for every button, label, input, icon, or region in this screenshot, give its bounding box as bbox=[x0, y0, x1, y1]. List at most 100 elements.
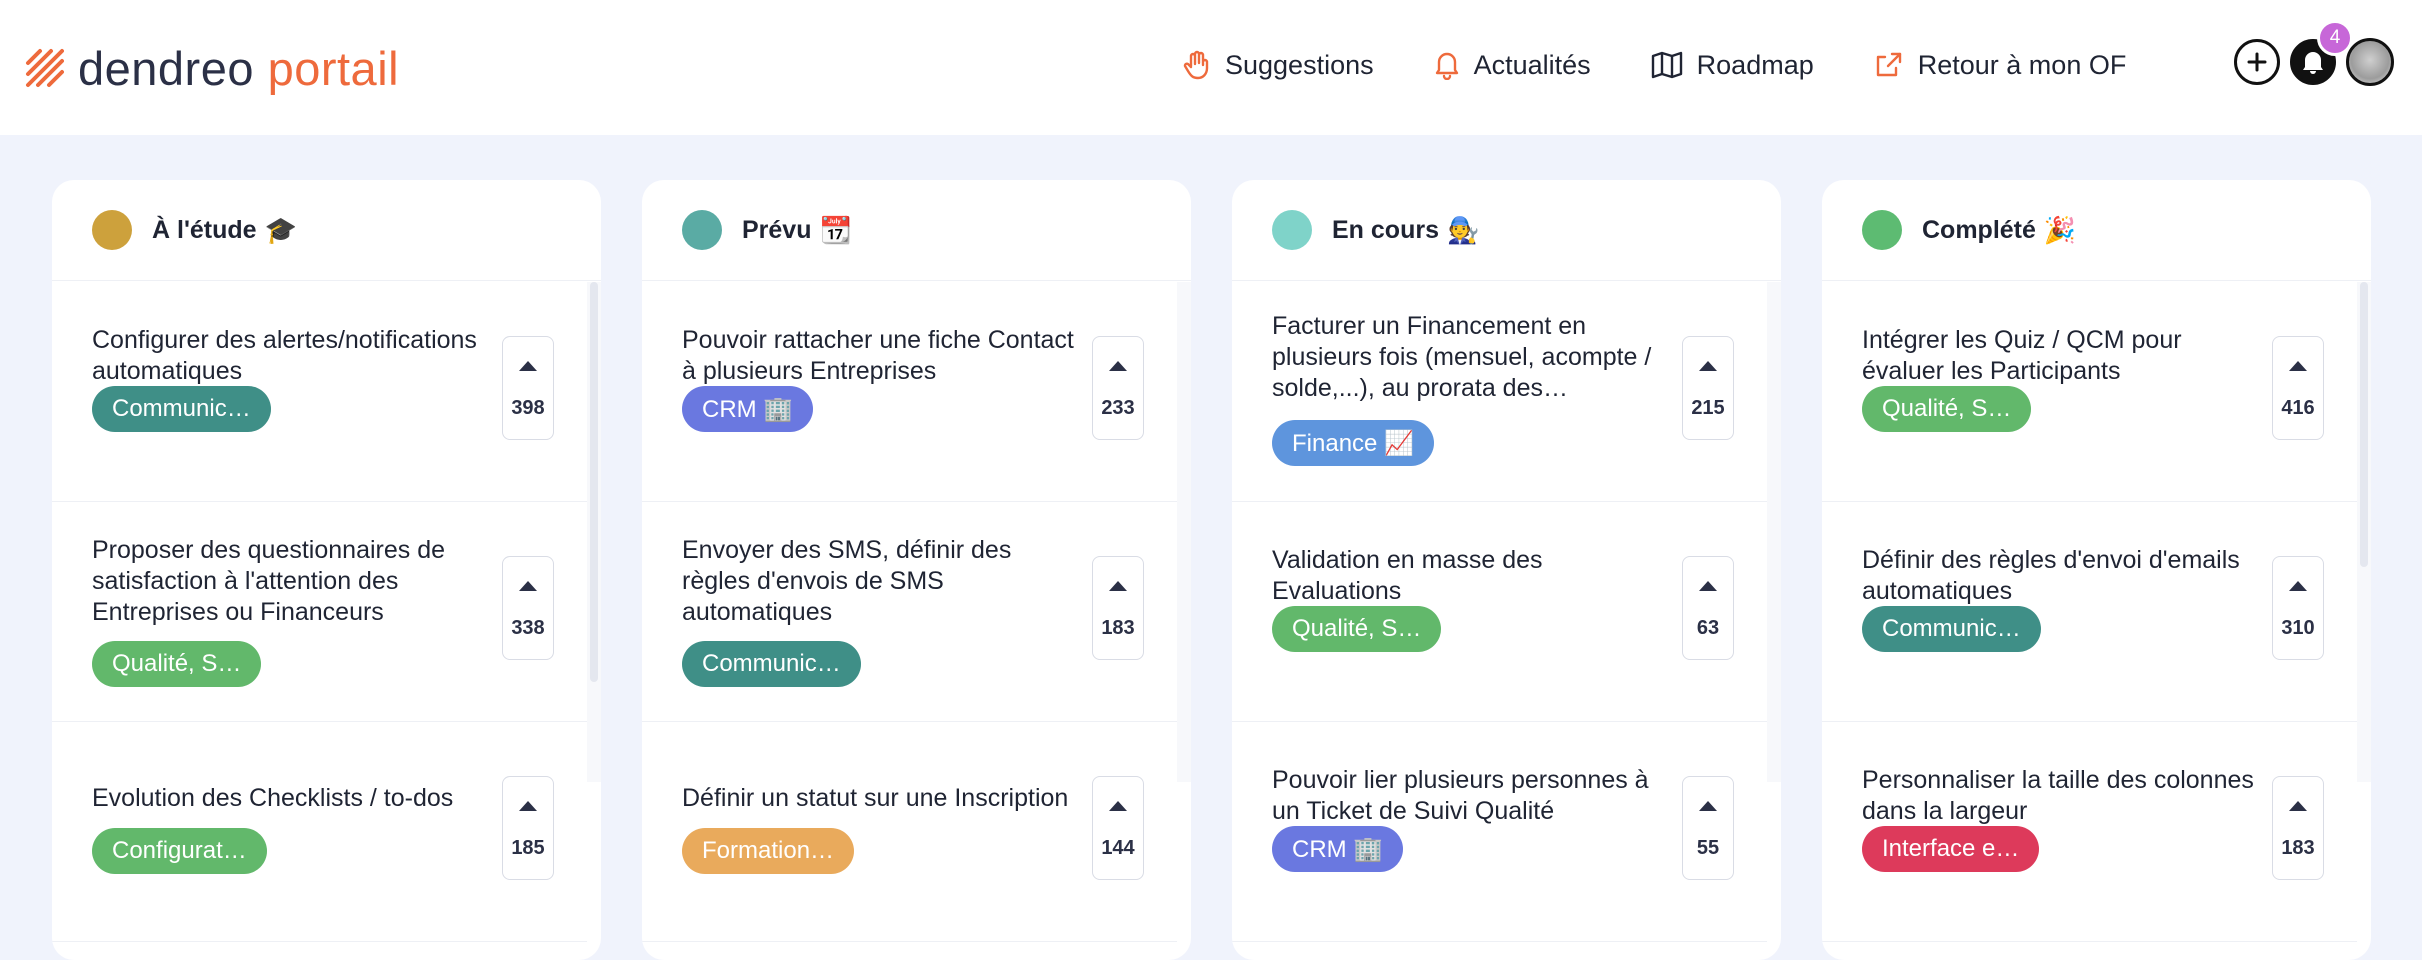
column-prevu: Prévu 📆 Pouvoir rattacher une fiche Cont… bbox=[642, 180, 1191, 960]
category-tag[interactable]: Interface e… bbox=[1862, 826, 2040, 872]
bell-icon bbox=[1435, 52, 1458, 80]
column-emoji: 🎓 bbox=[264, 214, 297, 245]
notifications-button[interactable]: 4 bbox=[2290, 20, 2353, 85]
upvote-button[interactable]: 233 bbox=[1092, 336, 1144, 440]
card-title: Evolution des Checklists / to-dos bbox=[92, 784, 454, 812]
upvote-button[interactable]: 338 bbox=[502, 556, 554, 660]
logo-text: dendreo portail bbox=[78, 41, 400, 95]
upvote-button[interactable]: 183 bbox=[1092, 556, 1144, 660]
nav-suggestions[interactable]: Suggestions bbox=[1183, 50, 1374, 81]
share-icon bbox=[1876, 52, 1901, 77]
upvote-button[interactable]: 63 bbox=[1682, 556, 1734, 660]
nav-roadmap[interactable]: Roadmap bbox=[1651, 50, 1814, 81]
notification-bell-icon bbox=[2303, 52, 2323, 74]
add-button[interactable] bbox=[2234, 39, 2280, 85]
suggestion-card[interactable]: Définir des règles d'envoi d'emails auto… bbox=[1822, 501, 2357, 722]
card-title: Validation en masse des Evaluations bbox=[1272, 546, 1543, 605]
column-scrollbar[interactable] bbox=[1767, 282, 1781, 782]
column-a-l-etude: À l'étude 🎓 Configurer des alertes/notif… bbox=[52, 180, 601, 960]
upvote-button[interactable]: 215 bbox=[1682, 336, 1734, 440]
category-tag[interactable]: Communic… bbox=[682, 641, 861, 687]
column-scrollbar[interactable] bbox=[2357, 282, 2371, 782]
column-title: En cours bbox=[1332, 215, 1439, 244]
suggestion-card[interactable]: Définir un statut sur une Inscription Fo… bbox=[642, 721, 1177, 942]
category-tag[interactable]: Qualité, S… bbox=[92, 641, 262, 687]
category-tag[interactable]: Qualité, S… bbox=[1862, 386, 2032, 432]
upvote-arrow-icon bbox=[519, 361, 537, 371]
upvote-arrow-icon bbox=[2289, 581, 2307, 591]
suggestion-card[interactable]: Envoyer des SMS, définir des règles d'en… bbox=[642, 501, 1177, 722]
status-dot bbox=[1272, 210, 1312, 250]
category-tag[interactable]: Communic… bbox=[92, 386, 271, 432]
vote-count: 63 bbox=[1696, 617, 1720, 639]
user-avatar[interactable] bbox=[2346, 38, 2394, 86]
upvote-arrow-icon bbox=[1699, 801, 1717, 811]
suggestion-card[interactable]: Proposer des questionnaires de satisfact… bbox=[52, 501, 587, 722]
upvote-arrow-icon bbox=[1109, 361, 1127, 371]
column-emoji: 🧑‍🔧 bbox=[1446, 214, 1480, 245]
vote-count: 55 bbox=[1696, 837, 1720, 859]
upvote-arrow-icon bbox=[1109, 801, 1127, 811]
vote-count: 144 bbox=[1101, 837, 1135, 859]
column-en-cours: En cours 🧑‍🔧 Facturer un Financement en … bbox=[1232, 180, 1781, 960]
column-scrollbar[interactable] bbox=[1177, 282, 1191, 782]
vote-count: 233 bbox=[1101, 397, 1135, 419]
vote-count: 215 bbox=[1691, 397, 1725, 419]
category-tag[interactable]: Configurat… bbox=[92, 828, 267, 874]
nav-actualites[interactable]: Actualités bbox=[1434, 50, 1591, 81]
upvote-arrow-icon bbox=[519, 581, 537, 591]
header-actions: 4 bbox=[2234, 20, 2394, 86]
category-tag[interactable]: Qualité, S… bbox=[1272, 606, 1442, 652]
upvote-arrow-icon bbox=[2289, 801, 2307, 811]
suggestion-card[interactable]: Intégrer les Quiz / QCM pour évaluer les… bbox=[1822, 281, 2357, 502]
status-dot bbox=[682, 210, 722, 250]
column-scrollbar[interactable] bbox=[587, 282, 601, 782]
upvote-button[interactable]: 398 bbox=[502, 336, 554, 440]
card-title: Proposer des questionnaires de satisfact… bbox=[92, 536, 446, 626]
suggestion-card[interactable]: Configurer des alertes/notifications aut… bbox=[52, 281, 587, 502]
upvote-arrow-icon bbox=[1699, 361, 1717, 371]
suggestion-card[interactable]: Pouvoir lier plusieurs personnes à un Ti… bbox=[1232, 721, 1767, 942]
upvote-arrow-icon bbox=[519, 801, 537, 811]
plus-icon bbox=[2247, 52, 2267, 72]
scroll-thumb[interactable] bbox=[590, 282, 598, 682]
upvote-arrow-icon bbox=[1109, 581, 1127, 591]
card-title: Facturer un Financement en plusieurs foi… bbox=[1272, 312, 1652, 402]
suggestion-card[interactable]: Personnaliser la taille des colonnes dan… bbox=[1822, 721, 2357, 942]
suggestion-card[interactable]: Facturer un Financement en plusieurs foi… bbox=[1232, 281, 1767, 502]
card-title: Envoyer des SMS, définir des règles d'en… bbox=[682, 536, 1012, 626]
vote-count: 185 bbox=[511, 837, 545, 859]
card-title: Pouvoir rattacher une fiche Contact à pl… bbox=[682, 326, 1074, 385]
category-tag[interactable]: Communic… bbox=[1862, 606, 2041, 652]
dendreo-logo[interactable]: dendreo portail bbox=[24, 38, 399, 98]
column-emoji: 🎉 bbox=[2043, 214, 2077, 245]
upvote-button[interactable]: 185 bbox=[502, 776, 554, 880]
hand-icon bbox=[1183, 50, 1209, 80]
top-nav: Suggestions Actualités Roadmap Retour à … bbox=[1183, 40, 2186, 90]
upvote-button[interactable]: 183 bbox=[2272, 776, 2324, 880]
category-tag[interactable]: Formation… bbox=[682, 828, 855, 874]
upvote-button[interactable]: 55 bbox=[1682, 776, 1734, 880]
upvote-button[interactable]: 144 bbox=[1092, 776, 1144, 880]
suggestion-card[interactable]: Evolution des Checklists / to-dos Config… bbox=[52, 721, 587, 942]
vote-count: 338 bbox=[511, 617, 545, 639]
card-title: Configurer des alertes/notifications aut… bbox=[92, 326, 477, 385]
upvote-button[interactable]: 310 bbox=[2272, 556, 2324, 660]
status-dot bbox=[1862, 210, 1902, 250]
vote-count: 183 bbox=[2281, 837, 2315, 859]
category-tag[interactable]: CRM 🏢 bbox=[1272, 826, 1404, 872]
top-header: dendreo portail Suggestions Actualités R… bbox=[0, 0, 2422, 135]
column-emoji: 📆 bbox=[819, 214, 852, 245]
card-title: Personnaliser la taille des colonnes dan… bbox=[1862, 766, 2254, 825]
upvote-button[interactable]: 416 bbox=[2272, 336, 2324, 440]
suggestion-card[interactable]: Validation en masse des Evaluations Qual… bbox=[1232, 501, 1767, 722]
suggestion-card[interactable]: Pouvoir rattacher une fiche Contact à pl… bbox=[642, 281, 1177, 502]
column-title: Complété bbox=[1922, 215, 2036, 244]
category-tag[interactable]: CRM 🏢 bbox=[682, 386, 814, 432]
column-header: Prévu 📆 bbox=[642, 180, 1191, 281]
scroll-thumb[interactable] bbox=[2360, 282, 2368, 567]
category-tag[interactable]: Finance 📈 bbox=[1272, 420, 1434, 466]
column-header: À l'étude 🎓 bbox=[52, 180, 601, 281]
nav-retour-of[interactable]: Retour à mon OF bbox=[1874, 50, 2126, 81]
upvote-arrow-icon bbox=[1699, 581, 1717, 591]
